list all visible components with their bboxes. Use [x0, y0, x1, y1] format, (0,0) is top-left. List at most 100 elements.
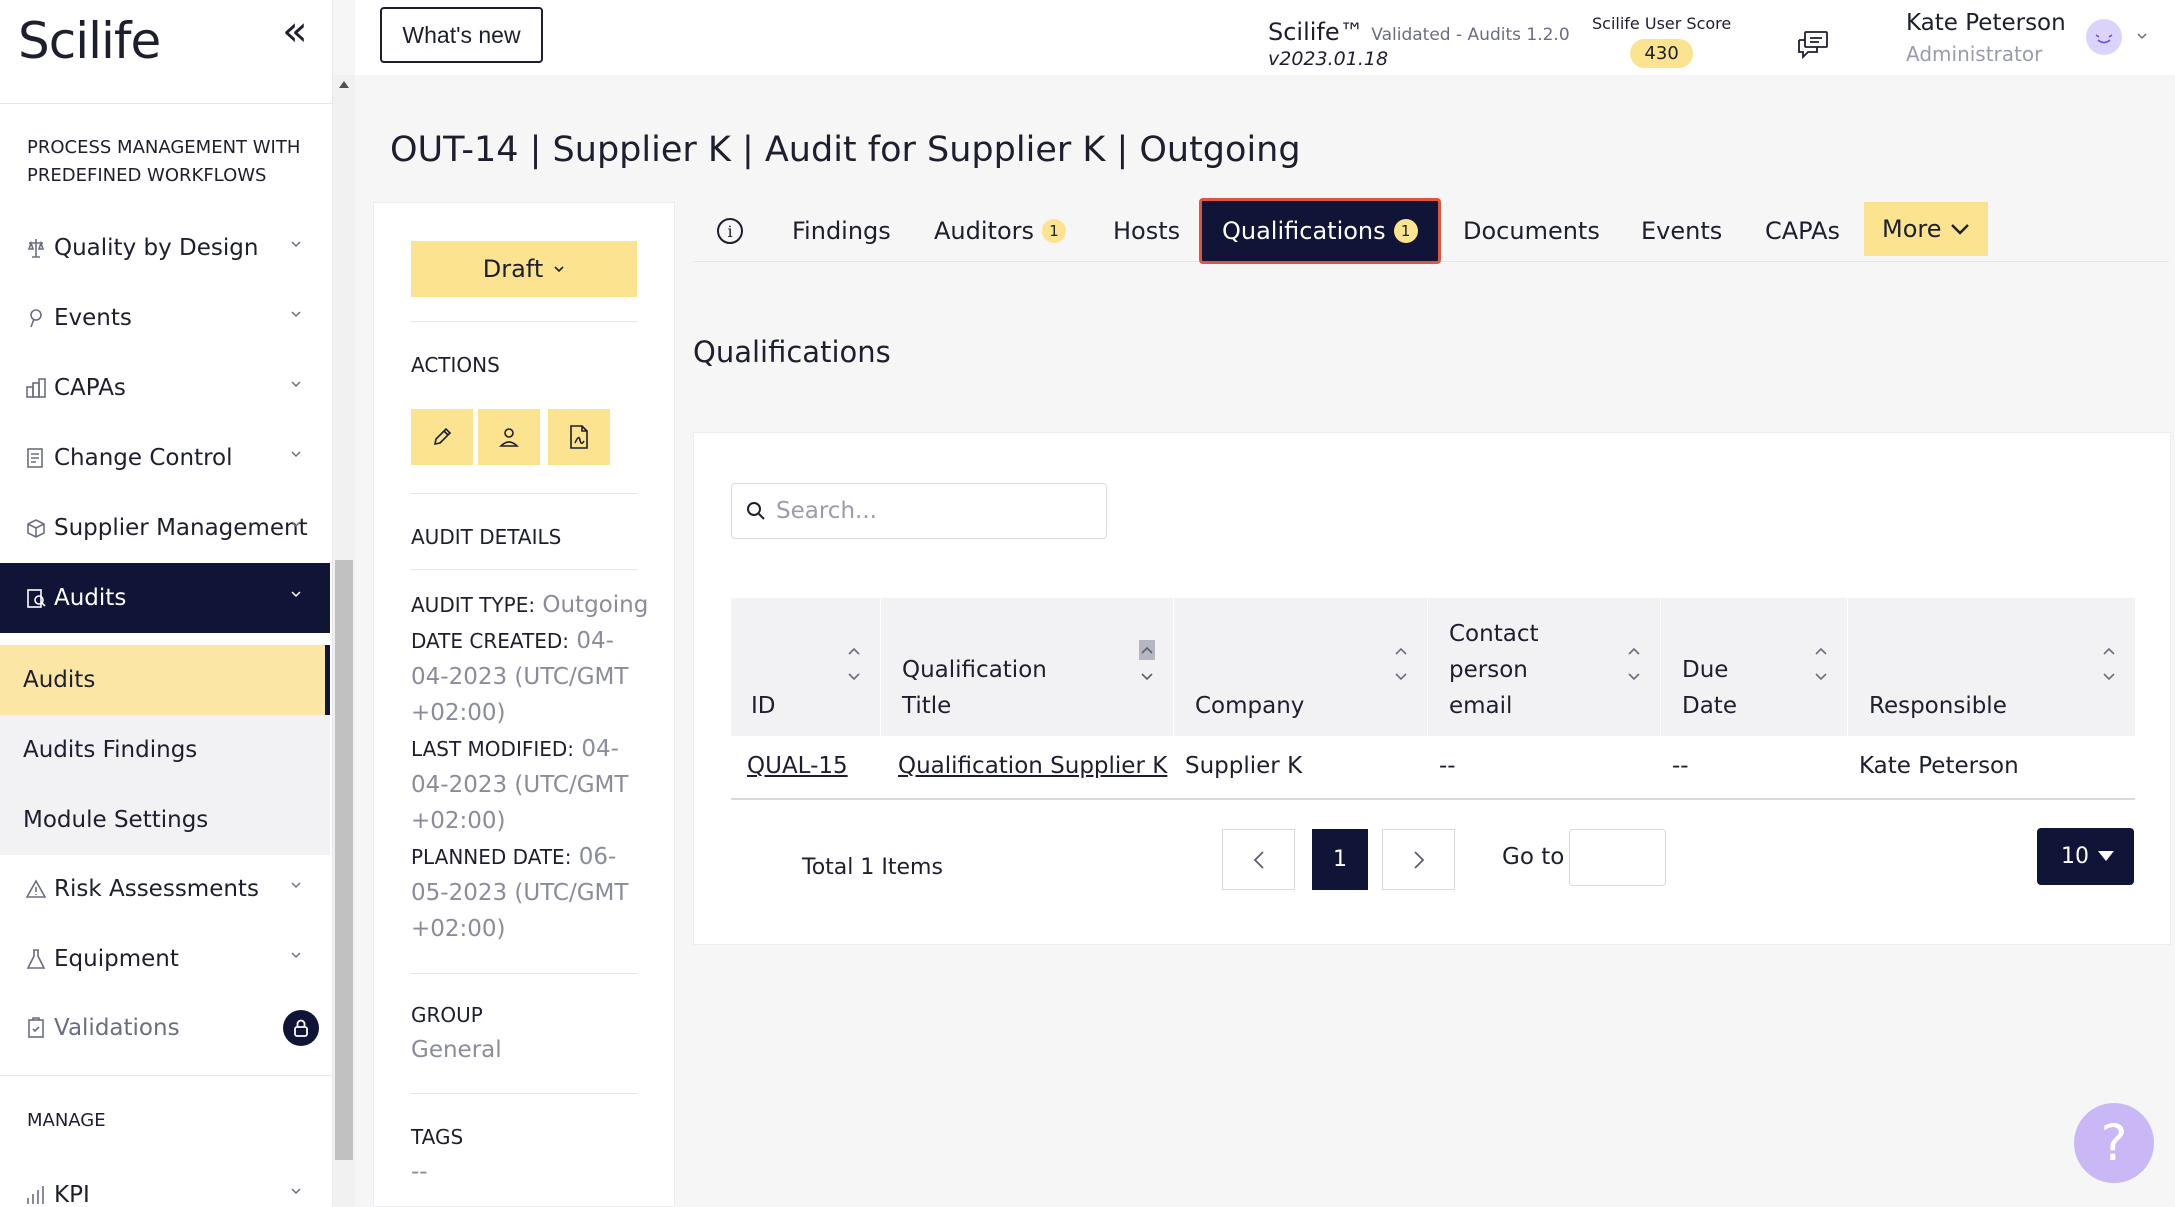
total-items: Total 1 Items: [802, 855, 943, 880]
sidebar-item-quality-by-design[interactable]: Quality by Design: [0, 213, 330, 283]
chevron-down-icon: [291, 451, 301, 458]
chevron-right-icon: [1413, 850, 1424, 869]
col-due-date[interactable]: Due Date: [1662, 598, 1848, 736]
divider: [0, 103, 333, 104]
audits-icon: [24, 586, 48, 610]
search-box[interactable]: [731, 483, 1107, 539]
column-header-label: Responsible: [1869, 693, 2007, 719]
qualification-title-link[interactable]: Qualification Supplier K: [898, 753, 1167, 779]
goto-label: Go to: [1502, 844, 1565, 870]
sort-icon[interactable]: [1139, 636, 1155, 684]
tab-qualifications[interactable]: Qualifications 1: [1199, 198, 1441, 264]
column-header-label: Due Date: [1682, 657, 1737, 719]
tab-findings[interactable]: Findings: [792, 200, 891, 262]
chevron-left-icon: [1253, 850, 1264, 869]
assign-user-button[interactable]: [478, 409, 540, 465]
status-dropdown[interactable]: Draft: [411, 241, 637, 297]
chevron-down-icon: [291, 521, 301, 528]
goto-page-input[interactable]: [1569, 829, 1666, 886]
sort-icon[interactable]: [1393, 644, 1409, 684]
sort-icon[interactable]: [2101, 644, 2117, 684]
feedback-chat-icon[interactable]: [1797, 30, 1829, 60]
page-number-button[interactable]: 1: [1312, 829, 1368, 890]
help-button[interactable]: ?: [2074, 1103, 2154, 1183]
score-badge: 430: [1630, 39, 1693, 68]
sidebar-item-capas[interactable]: CAPAs: [0, 353, 330, 423]
page-title: OUT-14 | Supplier K | Audit for Supplier…: [390, 130, 1301, 170]
table-row: QUAL-15 Qualification Supplier K Supplie…: [731, 736, 2135, 800]
chevron-down-icon[interactable]: [2136, 30, 2148, 42]
group-heading: GROUP: [411, 1003, 483, 1027]
caret-down-icon: [2098, 851, 2114, 861]
export-pdf-button[interactable]: [548, 409, 610, 465]
status-label: Draft: [482, 255, 544, 283]
scrollbar-thumb[interactable]: [335, 560, 353, 1160]
whats-new-button[interactable]: What's new: [380, 7, 543, 63]
sidebar-item-label: Supplier Management: [54, 515, 308, 541]
sort-icon[interactable]: [1813, 644, 1829, 684]
tab-label: Qualifications: [1222, 217, 1386, 245]
tab-documents[interactable]: Documents: [1463, 200, 1600, 262]
column-header-label: Contact person email: [1449, 621, 1539, 719]
column-header-label: ID: [751, 693, 776, 719]
user-menu[interactable]: Kate Peterson Administrator: [1906, 10, 2066, 66]
tab-hosts[interactable]: Hosts: [1113, 200, 1180, 262]
tab-auditors[interactable]: Auditors 1: [934, 200, 1066, 262]
sidebar-item-label: Risk Assessments: [54, 876, 259, 902]
tab-events[interactable]: Events: [1641, 200, 1722, 262]
sidebar-subitem-audits-findings[interactable]: Audits Findings: [0, 715, 330, 785]
qualification-id-link[interactable]: QUAL-15: [747, 753, 848, 779]
divider: [411, 493, 637, 494]
scilife-logo[interactable]: Scilife: [18, 12, 161, 70]
product-note: Validated - Audits 1.2.0: [1371, 25, 1570, 45]
sidebar-item-validations[interactable]: Validations: [0, 993, 330, 1063]
sidebar-item-events[interactable]: Events: [0, 283, 330, 353]
tab-label: Auditors: [934, 217, 1034, 245]
sidebar-subitem-audits[interactable]: Audits: [0, 645, 330, 715]
col-company[interactable]: Company: [1175, 598, 1428, 736]
sidebar-item-audits[interactable]: Audits: [0, 563, 330, 633]
prev-page-button[interactable]: [1222, 829, 1295, 890]
chevron-down-icon: [291, 882, 301, 889]
edit-button[interactable]: [411, 409, 473, 465]
col-id[interactable]: ID: [731, 598, 881, 736]
sidebar-item-label: Change Control: [54, 445, 233, 471]
sidebar-item-supplier-management[interactable]: Supplier Management: [0, 493, 330, 563]
col-contact-person-email[interactable]: Contact person email: [1429, 598, 1661, 736]
col-responsible[interactable]: Responsible: [1849, 598, 2135, 736]
section-manage: MANAGE: [27, 1110, 106, 1131]
col-qualification-title[interactable]: Qualification Title: [882, 598, 1174, 736]
cell-id[interactable]: QUAL-15: [747, 753, 848, 779]
quality-icon: [24, 236, 48, 260]
scroll-up-icon[interactable]: [339, 81, 349, 88]
capas-icon: [24, 376, 48, 400]
sort-icon[interactable]: [846, 644, 862, 684]
search-icon: [747, 502, 765, 520]
sidebar-item-risk-assessments[interactable]: Risk Assessments: [0, 854, 330, 924]
chevron-down-icon: [291, 591, 301, 598]
page-size-select[interactable]: 10: [2037, 828, 2134, 885]
sort-icon[interactable]: [1626, 644, 1642, 684]
pencil-icon: [433, 427, 452, 446]
collapse-sidebar-icon[interactable]: «: [282, 10, 308, 52]
info-tab-icon[interactable]: i: [717, 218, 743, 244]
cell-title[interactable]: Qualification Supplier K: [898, 753, 1167, 779]
sidebar-scrollbar[interactable]: [333, 75, 355, 1207]
audit-details-heading: AUDIT DETAILS: [411, 525, 562, 549]
audit-type-value: Outgoing: [542, 592, 649, 618]
chevron-down-icon: [291, 381, 301, 388]
chevron-down-icon: [291, 311, 301, 318]
avatar[interactable]: [2086, 19, 2122, 55]
more-tabs-button[interactable]: More: [1864, 202, 1988, 256]
next-page-button[interactable]: [1382, 829, 1455, 890]
tags-value: --: [411, 1159, 428, 1185]
sidebar-subitem-module-settings[interactable]: Module Settings: [0, 785, 330, 855]
sidebar-item-equipment[interactable]: Equipment: [0, 924, 330, 994]
user-score: Scilife User Score 430: [1592, 14, 1731, 68]
search-input[interactable]: [776, 498, 1096, 524]
tags-heading: TAGS: [411, 1125, 464, 1149]
sidebar-item-change-control[interactable]: Change Control: [0, 423, 330, 493]
last-modified: LAST MODIFIED: 04-04-2023 (UTC/GMT +02:0…: [411, 731, 651, 839]
sidebar-item-kpi[interactable]: KPI: [0, 1160, 330, 1207]
tab-capas[interactable]: CAPAs: [1765, 200, 1840, 262]
